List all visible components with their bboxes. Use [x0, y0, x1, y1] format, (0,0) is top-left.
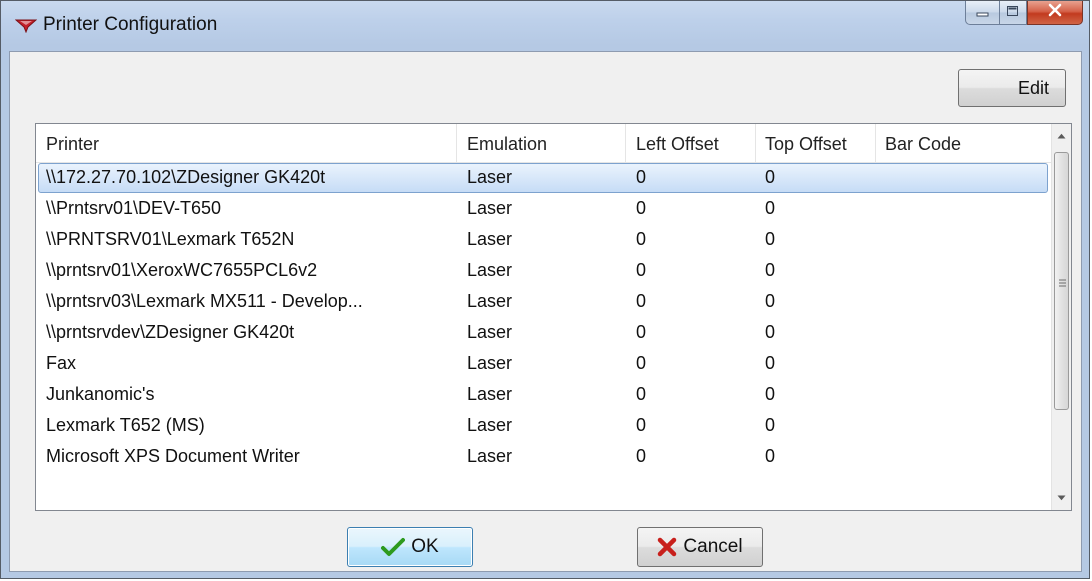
title-bar[interactable]: Printer Configuration [1, 1, 1089, 51]
cell-emulation: Laser [467, 167, 513, 187]
cell-emulation: Laser [467, 260, 513, 280]
cell-top-offset: 0 [765, 167, 776, 187]
close-button[interactable] [1027, 1, 1083, 25]
cancel-button-label: Cancel [683, 536, 743, 557]
cell-left-offset: 0 [636, 291, 647, 311]
printer-configuration-window: Printer Configuration Edit Printer Emula… [0, 0, 1090, 579]
ok-button[interactable]: OK [347, 527, 473, 567]
table-row[interactable]: \\prntsrvdev\ZDesigner GK420t Laser 0 0 [36, 318, 1051, 348]
cell-emulation: Laser [467, 198, 513, 218]
cell-emulation: Laser [467, 415, 513, 435]
column-header-top-offset[interactable]: Top Offset [765, 134, 880, 155]
red-x-icon [657, 537, 677, 557]
ok-button-label: OK [411, 536, 439, 557]
column-header-emulation[interactable]: Emulation [467, 134, 617, 155]
minimize-icon [976, 4, 990, 22]
cell-printer: Fax [46, 353, 77, 373]
chevron-down-icon [1057, 488, 1066, 506]
cell-printer: \\172.27.70.102\ZDesigner GK420t [46, 167, 326, 187]
cell-top-offset: 0 [765, 353, 776, 373]
printer-list[interactable]: Printer Emulation Left Offset Top Offset… [35, 123, 1072, 511]
cell-emulation: Laser [467, 229, 513, 249]
cell-left-offset: 0 [636, 229, 647, 249]
cell-printer: \\prntsrv03\Lexmark MX511 - Develop... [46, 291, 363, 311]
cell-left-offset: 0 [636, 384, 647, 404]
cell-printer: \\prntsrvdev\ZDesigner GK420t [46, 322, 295, 342]
cell-left-offset: 0 [636, 322, 647, 342]
cell-top-offset: 0 [765, 291, 776, 311]
cell-left-offset: 0 [636, 415, 647, 435]
grip-icon [1059, 275, 1066, 287]
column-divider[interactable] [625, 124, 626, 162]
cell-left-offset: 0 [636, 353, 647, 373]
maximize-icon [1006, 4, 1020, 22]
cell-top-offset: 0 [765, 229, 776, 249]
scroll-down-button[interactable] [1052, 486, 1071, 508]
cell-emulation: Laser [467, 446, 513, 466]
column-header-printer[interactable]: Printer [46, 134, 446, 155]
table-row[interactable]: Junkanomic's Laser 0 0 [36, 380, 1051, 410]
cancel-button[interactable]: Cancel [637, 527, 763, 567]
cell-top-offset: 0 [765, 384, 776, 404]
cell-left-offset: 0 [636, 167, 647, 187]
chevron-up-icon [1057, 126, 1066, 144]
cell-printer: \\PRNTSRV01\Lexmark T652N [46, 229, 295, 249]
scrollbar-thumb[interactable] [1054, 152, 1069, 410]
cell-printer: Microsoft XPS Document Writer [46, 446, 300, 466]
table-row[interactable]: \\Prntsrv01\DEV-T650 Laser 0 0 [36, 194, 1051, 224]
table-row[interactable]: \\prntsrv01\XeroxWC7655PCL6v2 Laser 0 0 [36, 256, 1051, 286]
vertical-scrollbar[interactable] [1051, 124, 1071, 510]
checkmark-icon [381, 537, 406, 557]
maximize-button[interactable] [999, 1, 1027, 25]
table-row[interactable]: \\PRNTSRV01\Lexmark T652N Laser 0 0 [36, 225, 1051, 255]
column-divider[interactable] [875, 124, 876, 162]
list-header: Printer Emulation Left Offset Top Offset… [36, 124, 1051, 163]
dialog-client-area: Edit Printer Emulation Left Offset Top O… [9, 51, 1082, 572]
cell-top-offset: 0 [765, 260, 776, 280]
cell-emulation: Laser [467, 353, 513, 373]
cell-emulation: Laser [467, 291, 513, 311]
cell-printer: Junkanomic's [46, 384, 155, 404]
edit-button[interactable]: Edit [958, 69, 1066, 107]
cell-printer: \\Prntsrv01\DEV-T650 [46, 198, 222, 218]
column-divider[interactable] [755, 124, 756, 162]
window-title: Printer Configuration [43, 14, 218, 35]
printer-app-icon [14, 17, 38, 34]
cell-printer: Lexmark T652 (MS) [46, 415, 205, 435]
cell-top-offset: 0 [765, 198, 776, 218]
caption-buttons [965, 1, 1083, 27]
cell-top-offset: 0 [765, 446, 776, 466]
scroll-up-button[interactable] [1052, 124, 1071, 146]
cell-emulation: Laser [467, 384, 513, 404]
cell-left-offset: 0 [636, 446, 647, 466]
cell-left-offset: 0 [636, 198, 647, 218]
table-row[interactable]: Lexmark T652 (MS) Laser 0 0 [36, 411, 1051, 441]
table-row[interactable]: Microsoft XPS Document Writer Laser 0 0 [36, 442, 1051, 472]
cell-top-offset: 0 [765, 415, 776, 435]
table-row[interactable]: \\172.27.70.102\ZDesigner GK420t Laser 0 0 [36, 163, 1051, 193]
table-row[interactable]: \\prntsrv03\Lexmark MX511 - Develop... La… [36, 287, 1051, 317]
cell-printer: \\prntsrv01\XeroxWC7655PCL6v2 [46, 260, 318, 280]
minimize-button[interactable] [965, 1, 999, 25]
column-divider[interactable] [456, 124, 457, 162]
cell-emulation: Laser [467, 322, 513, 342]
table-row[interactable]: Fax Laser 0 0 [36, 349, 1051, 379]
cell-left-offset: 0 [636, 260, 647, 280]
cell-top-offset: 0 [765, 322, 776, 342]
column-header-left-offset[interactable]: Left Offset [636, 134, 761, 155]
close-icon [1047, 3, 1063, 22]
column-header-bar-code[interactable]: Bar Code [885, 134, 1035, 155]
